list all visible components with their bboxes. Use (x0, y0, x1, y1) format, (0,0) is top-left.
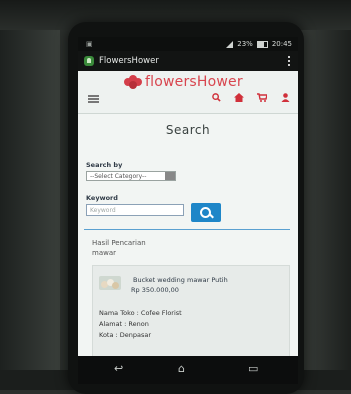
keyword-label: Keyword (86, 194, 118, 202)
signal-icon (226, 40, 234, 48)
app-title: FlowersHower (99, 56, 159, 66)
shop-city: Kota : Denpasar (99, 331, 152, 339)
search-button[interactable] (191, 203, 221, 222)
site-logo[interactable]: flowersHower (124, 74, 243, 90)
hamburger-menu-icon[interactable] (88, 95, 99, 103)
keyword-placeholder: Keyword (90, 207, 116, 214)
results-title: Hasil Pencarian (92, 239, 146, 247)
search-by-label: Search by (86, 161, 123, 169)
shop-name: Nama Toko : Cofee Florist (99, 309, 182, 317)
product-name[interactable]: Bucket wedding mawar Putih (133, 276, 228, 284)
back-icon[interactable]: ↩ (114, 362, 123, 375)
clock: 20:45 (271, 40, 292, 48)
chevron-down-icon (165, 172, 175, 180)
background-right (296, 0, 351, 390)
flower-logo-icon (124, 75, 142, 89)
search-button-icon (200, 207, 211, 218)
status-bar: ▣ 23% 20:45 (78, 37, 298, 51)
product-thumbnail[interactable] (99, 276, 121, 290)
product-card[interactable]: Bucket wedding mawar Putih Rp 350.000,00… (92, 265, 290, 357)
category-select[interactable]: --Select Category-- (86, 171, 176, 181)
page-title: Search (165, 123, 211, 137)
keyword-input[interactable]: Keyword (86, 204, 184, 216)
logo-text: flowersHower (145, 74, 243, 90)
background-left (0, 0, 60, 390)
recent-apps-icon[interactable]: ▭ (248, 362, 258, 375)
shop-address: Alamat : Renon (99, 320, 149, 328)
android-nav-bar: ↩ ⌂ ▭ (78, 356, 298, 384)
user-icon[interactable] (280, 93, 290, 105)
results-query: mawar (92, 249, 117, 257)
phone-screen: ▣ 23% 20:45 FlowersHower flowersHower Se… (78, 37, 298, 357)
app-icon (84, 56, 94, 66)
overflow-menu-icon[interactable] (288, 55, 290, 67)
search-icon[interactable] (211, 93, 221, 105)
product-details: Nama Toko : Cofee Florist Alamat : Renon… (99, 308, 182, 341)
app-bar: FlowersHower (78, 51, 298, 71)
home-button-icon[interactable]: ⌂ (178, 362, 185, 375)
battery-percent: 23% (237, 40, 253, 48)
results-heading: Hasil Pencarian mawar (92, 238, 146, 258)
divider (84, 229, 290, 230)
cart-icon[interactable] (257, 93, 268, 105)
home-icon[interactable] (234, 93, 244, 105)
site-header: flowersHower (78, 71, 298, 114)
category-select-value: --Select Category-- (90, 173, 147, 180)
search-page: Search Search by --Select Category-- Key… (78, 123, 298, 357)
notification-icon: ▣ (86, 40, 93, 48)
product-price: Rp 350.000,00 (131, 286, 179, 294)
header-nav (211, 93, 290, 105)
battery-icon (256, 40, 268, 48)
